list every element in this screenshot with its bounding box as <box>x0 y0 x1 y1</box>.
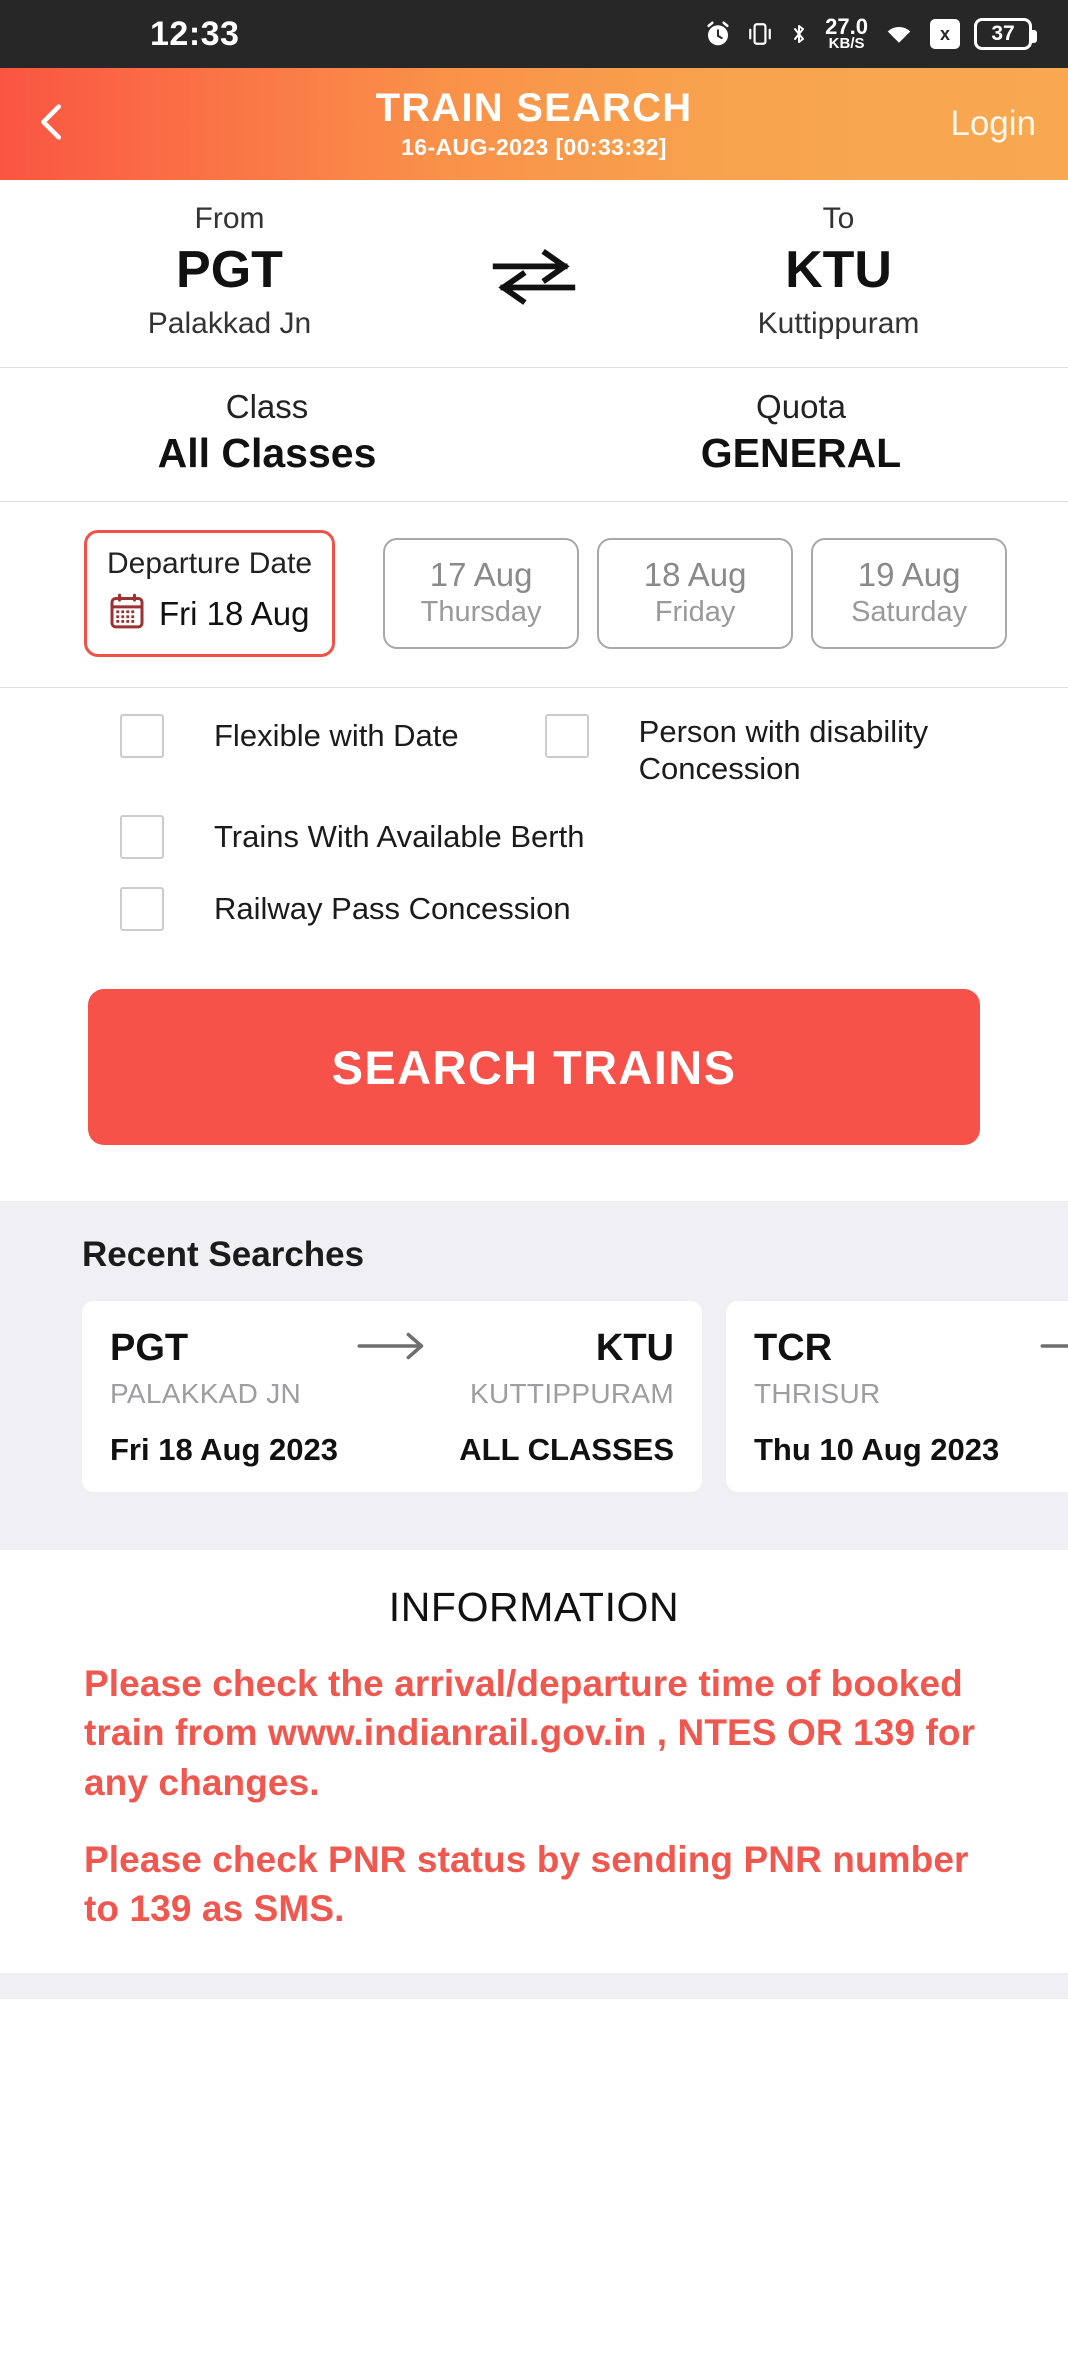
information-paragraph: Please check the arrival/departure time … <box>84 1663 976 1803</box>
battery-level: 37 <box>991 22 1015 45</box>
calendar-icon <box>107 591 147 636</box>
battery-icon: 37 <box>974 18 1037 50</box>
recent-from-name: PALAKKAD JN <box>110 1378 302 1410</box>
option-railway-pass[interactable]: Railway Pass Concession <box>120 887 1068 932</box>
recent-to-code: KTU <box>595 1327 674 1370</box>
checkbox-flexible-with-date[interactable] <box>120 714 164 758</box>
option-label: Person with disability Concession <box>638 714 929 786</box>
departure-date-picker[interactable]: Departure Date Fri 18 Aug <box>84 530 336 657</box>
to-code: KTU <box>785 241 892 299</box>
page-title: TRAIN SEARCH <box>375 86 693 130</box>
list-item[interactable]: PGT KTU PALAKKAD JN KUTTIPPURAM Fri 18 A… <box>82 1301 702 1493</box>
departure-date-label: Departure Date <box>107 547 313 580</box>
recent-date: Thu 10 Aug 2023 <box>754 1432 1000 1468</box>
quick-date-chip[interactable]: 19 Aug Saturday <box>811 538 1008 649</box>
recent-from-code: PGT <box>110 1327 189 1370</box>
chevron-left-icon <box>29 94 75 155</box>
information-paragraph: Please check PNR status by sending PNR n… <box>84 1838 969 1929</box>
bluetooth-icon <box>787 19 811 49</box>
to-label: To <box>822 202 855 235</box>
departure-date-value-row: Fri 18 Aug <box>107 591 312 636</box>
departure-date-section: Departure Date Fri 18 Aug 17 Aug Thursda… <box>0 502 1068 688</box>
quick-date-day: 17 Aug <box>429 556 533 593</box>
departure-date-row: Departure Date Fri 18 Aug 17 Aug Thursda… <box>0 502 1068 687</box>
recent-codes: PGT KTU <box>110 1327 674 1370</box>
quick-date-chip[interactable]: 17 Aug Thursday <box>383 538 580 649</box>
vibrate-icon <box>747 19 773 49</box>
information-section: INFORMATION Please check the arrival/dep… <box>0 1550 1068 1974</box>
class-label: Class <box>225 388 309 425</box>
recent-meta: Fri 18 Aug 2023 ALL CLASSES <box>110 1432 674 1468</box>
login-button[interactable]: Login <box>950 104 1036 144</box>
swap-stations-button[interactable] <box>459 237 609 310</box>
class-quota-section: Class All Classes Quota GENERAL <box>0 368 1068 502</box>
search-trains-button[interactable]: SEARCH TRAINS <box>88 989 980 1146</box>
quick-date-day: 18 Aug <box>643 556 747 593</box>
from-station[interactable]: From PGT Palakkad Jn <box>0 180 459 367</box>
recent-from-name: THRISUR <box>754 1378 881 1410</box>
class-value: All Classes <box>157 430 377 476</box>
recent-meta: Thu 10 Aug 2023 <box>754 1432 1068 1468</box>
list-item[interactable]: TCR THRISUR Thu 10 Aug 2023 <box>726 1301 1068 1493</box>
network-speed-value: 27.0 <box>825 13 868 39</box>
quota-value: GENERAL <box>700 430 902 476</box>
recent-names: THRISUR <box>754 1378 1068 1410</box>
quick-date-chip[interactable]: 18 Aug Friday <box>597 538 794 649</box>
options-row-one: Flexible with Date Person with disabilit… <box>0 714 1068 787</box>
checkbox-disability-concession[interactable] <box>544 714 589 758</box>
app-bar-titles: TRAIN SEARCH 16-AUG-2023 [00:33:32] <box>0 87 1068 161</box>
recent-to-name: KUTTIPPURAM <box>470 1378 674 1410</box>
option-label: Flexible with Date <box>214 718 459 753</box>
app-bar: TRAIN SEARCH 16-AUG-2023 [00:33:32] Logi… <box>0 68 1068 180</box>
to-station[interactable]: To KTU Kuttippuram <box>609 180 1068 367</box>
recent-names: PALAKKAD JN KUTTIPPURAM <box>110 1378 674 1410</box>
status-bar: 12:33 27.0 KB/S x 37 <box>0 0 1068 68</box>
footer-strip <box>0 1973 1068 2000</box>
quick-date-day: 19 Aug <box>857 556 961 593</box>
arrow-right-icon <box>356 1331 428 1366</box>
option-disability-concession[interactable]: Person with disability Concession <box>544 714 969 787</box>
recent-searches-section: Recent Searches PGT KTU PALAKKAD JN KUTT… <box>0 1201 1068 1551</box>
option-flexible-with-date[interactable]: Flexible with Date <box>120 714 459 758</box>
from-name: Palakkad Jn <box>147 307 312 340</box>
recent-codes: TCR <box>754 1327 1068 1370</box>
recent-searches-list[interactable]: PGT KTU PALAKKAD JN KUTTIPPURAM Fri 18 A… <box>82 1301 1068 1493</box>
arrow-right-icon <box>1039 1331 1068 1366</box>
option-label: Trains With Available Berth <box>214 819 585 855</box>
information-title: INFORMATION <box>388 1584 680 1631</box>
recent-class: ALL CLASSES <box>459 1432 674 1468</box>
option-available-berth[interactable]: Trains With Available Berth <box>120 815 1068 860</box>
quick-date-weekday: Thursday <box>420 596 542 628</box>
quota-label: Quota <box>756 388 846 425</box>
departure-date-value: Fri 18 Aug <box>159 594 310 632</box>
network-speed-unit: KB/S <box>828 35 865 53</box>
quick-date-weekday: Friday <box>654 596 736 628</box>
status-bar-time: 12:33 <box>150 14 240 53</box>
from-code: PGT <box>176 241 283 299</box>
quick-date-weekday: Saturday <box>851 596 968 628</box>
checkbox-railway-pass[interactable] <box>120 887 164 932</box>
wifi-icon <box>882 19 916 49</box>
search-button-wrap: SEARCH TRAINS <box>0 953 1068 1201</box>
search-options: Flexible with Date Person with disabilit… <box>0 688 1068 953</box>
swap-horizontal-icon <box>488 247 580 310</box>
journey-section: From PGT Palakkad Jn To KTU Kuttippuram <box>0 180 1068 368</box>
quota-selector[interactable]: Quota GENERAL <box>534 368 1068 501</box>
back-button[interactable] <box>0 94 104 155</box>
network-speed: 27.0 KB/S <box>825 13 868 53</box>
recent-searches-title: Recent Searches <box>82 1235 365 1275</box>
sim-icon: x <box>930 19 960 49</box>
option-label: Railway Pass Concession <box>214 891 571 927</box>
from-label: From <box>194 202 265 235</box>
server-datetime: 16-AUG-2023 [00:33:32] <box>401 134 667 160</box>
class-selector[interactable]: Class All Classes <box>0 368 534 501</box>
to-name: Kuttippuram <box>757 307 920 340</box>
checkbox-available-berth[interactable] <box>120 815 164 860</box>
status-bar-icons: 27.0 KB/S x 37 <box>703 13 1037 53</box>
quick-date-chips: 17 Aug Thursday 18 Aug Friday 19 Aug Sat… <box>383 538 1008 649</box>
recent-from-code: TCR <box>754 1327 833 1370</box>
recent-date: Fri 18 Aug 2023 <box>110 1432 339 1468</box>
alarm-icon <box>703 19 733 49</box>
